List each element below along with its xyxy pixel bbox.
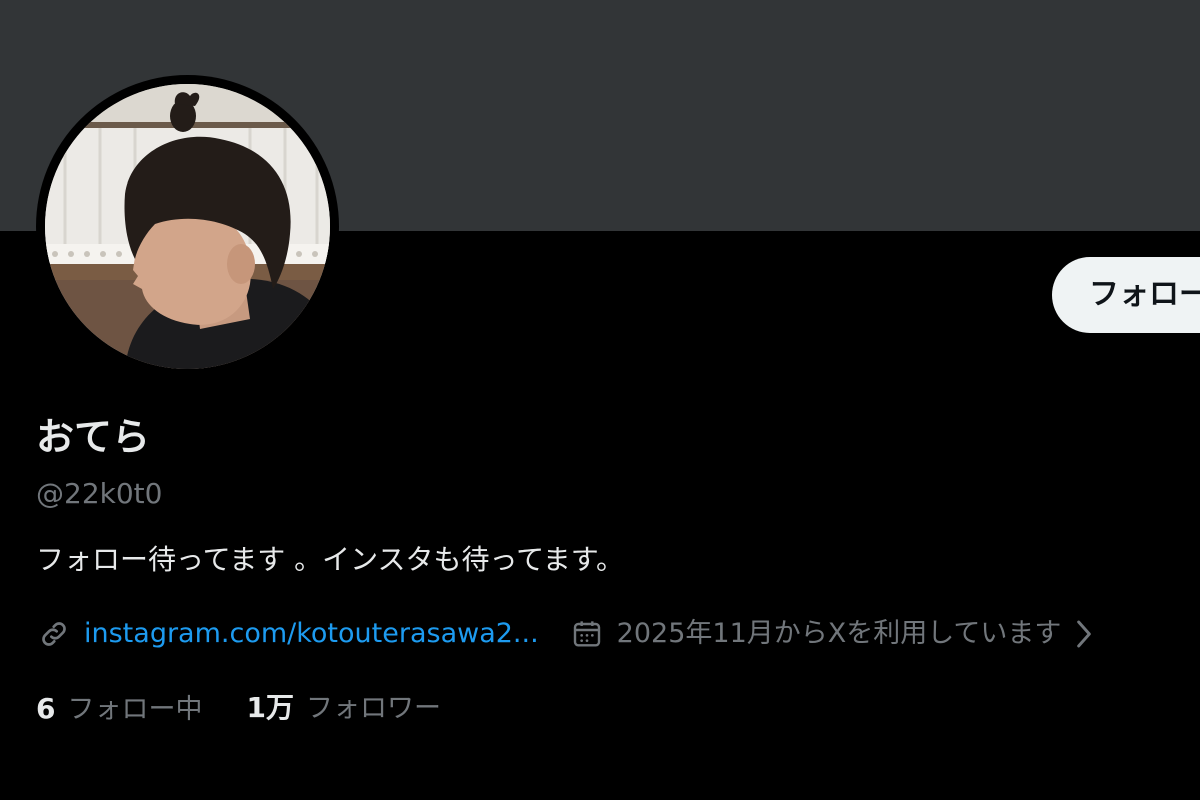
user-handle: @22k0t0 bbox=[36, 477, 163, 510]
followers-count: 1万 bbox=[246, 691, 294, 724]
profile-bio: フォロー待ってます 。インスタも待ってます。 bbox=[36, 543, 624, 576]
following-label: フォロー中 bbox=[67, 693, 203, 725]
calendar-icon bbox=[569, 616, 605, 652]
avatar[interactable] bbox=[36, 75, 339, 378]
following-count: 6 bbox=[36, 691, 56, 725]
followers-label: フォロワー bbox=[305, 693, 441, 724]
link-icon bbox=[36, 616, 72, 652]
profile-page: フォロー おてら @22k0t0 フォロー待ってます 。インスタも待ってます。 … bbox=[0, 0, 1200, 800]
follow-button[interactable]: フォロー bbox=[1052, 257, 1200, 333]
join-date-label: 2025年11月からXを利用しています bbox=[616, 618, 1062, 649]
display-name: おてら bbox=[36, 415, 151, 459]
avatar-photo bbox=[45, 84, 330, 369]
profile-meta: instagram.com/kotouterasawa2... 2025年11月… bbox=[36, 612, 1200, 656]
following-stat[interactable]: 6 フォロー中 bbox=[36, 687, 202, 726]
chevron-right-icon bbox=[1073, 618, 1095, 650]
profile-stats: 6 フォロー中 1万 フォロワー bbox=[36, 684, 441, 728]
profile-website-link[interactable]: instagram.com/kotouterasawa2... bbox=[84, 612, 539, 656]
join-date[interactable]: 2025年11月からXを利用しています bbox=[569, 612, 1096, 656]
followers-stat[interactable]: 1万 フォロワー bbox=[246, 686, 440, 726]
